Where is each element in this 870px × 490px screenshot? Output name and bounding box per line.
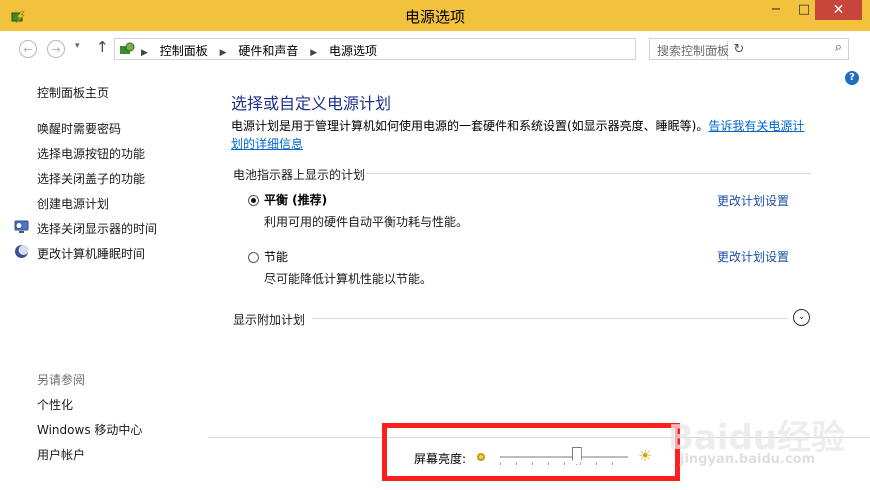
plan-balanced-description: 利用可用的硬件自动平衡功耗与性能。 bbox=[264, 215, 469, 229]
baidu-watermark-url: jingyan.baidu.com bbox=[680, 452, 816, 467]
minimize-button[interactable]: − bbox=[762, 0, 790, 20]
moon-icon bbox=[15, 245, 29, 258]
search-icon[interactable]: ⌕ bbox=[835, 40, 842, 55]
close-button[interactable]: ✕ bbox=[815, 0, 862, 20]
plan-balanced-radio[interactable] bbox=[248, 195, 259, 206]
annotation-highlight-box bbox=[382, 423, 680, 481]
breadcrumb: ▶ 控制面板 ▶ 硬件和声音 ▶ 电源选项 bbox=[141, 42, 377, 59]
plan-power-saver-description: 尽可能降低计算机性能以节能。 bbox=[264, 272, 433, 286]
group-title: 电池指示器上显示的计划 bbox=[233, 168, 366, 182]
search-placeholder: 搜索控制面板 bbox=[657, 44, 730, 58]
power-options-window: 电源选项 − □ ✕ ← → ▾ ↑ ▶ 控制面板 ▶ 硬件和声音 ▶ 电源选项… bbox=[0, 0, 870, 490]
plan-balanced-name[interactable]: 平衡 (推荐) bbox=[264, 191, 327, 208]
page-description: 电源计划是用于管理计算机如何使用电源的一套硬件和系统设置(如显示器亮度、睡眠等)… bbox=[231, 117, 811, 153]
title-bar: 电源选项 − □ ✕ bbox=[0, 0, 870, 31]
breadcrumb-separator-icon[interactable]: ▶ bbox=[310, 48, 317, 58]
search-input[interactable]: 搜索控制面板 ⌕ bbox=[649, 38, 849, 60]
see-also-personalization[interactable]: 个性化 bbox=[37, 396, 73, 413]
group-divider bbox=[366, 173, 811, 174]
see-also-heading: 另请参阅 bbox=[37, 373, 86, 387]
plan-power-saver-name[interactable]: 节能 bbox=[264, 248, 288, 265]
see-also-user-accounts[interactable]: 用户帐户 bbox=[37, 446, 85, 463]
up-arrow-icon[interactable]: ↑ bbox=[96, 38, 109, 56]
sidebar-link-sleep-time[interactable]: 更改计算机睡眠时间 bbox=[37, 245, 145, 262]
forward-arrow-icon[interactable]: → bbox=[47, 40, 65, 58]
plan-power-saver-radio[interactable] bbox=[248, 252, 259, 263]
back-arrow-icon[interactable]: ← bbox=[19, 40, 37, 58]
recent-locations-chevron-icon[interactable]: ▾ bbox=[75, 41, 80, 51]
help-icon[interactable]: ? bbox=[845, 71, 859, 85]
sidebar-link-power-button[interactable]: 选择电源按钮的功能 bbox=[37, 145, 145, 162]
control-panel-icon bbox=[120, 42, 135, 54]
sidebar-link-require-password[interactable]: 唤醒时需要密码 bbox=[37, 120, 121, 137]
description-text: 电源计划是用于管理计算机如何使用电源的一套硬件和系统设置(如显示器亮度、睡眠等)… bbox=[231, 119, 709, 133]
breadcrumb-separator-icon[interactable]: ▶ bbox=[220, 48, 227, 58]
sidebar-link-lid-close[interactable]: 选择关闭盖子的功能 bbox=[37, 170, 145, 187]
plan-balanced-change-link[interactable]: 更改计划设置 bbox=[717, 192, 789, 209]
additional-plans-divider bbox=[312, 318, 788, 319]
breadcrumb-hardware-sound[interactable]: 硬件和声音 bbox=[238, 44, 298, 58]
window-title: 电源选项 bbox=[404, 8, 465, 26]
sidebar-link-create-plan[interactable]: 创建电源计划 bbox=[37, 195, 109, 212]
breadcrumb-power-options[interactable]: 电源选项 bbox=[329, 44, 377, 58]
monitor-icon bbox=[14, 220, 29, 233]
page-title: 选择或自定义电源计划 bbox=[231, 94, 392, 113]
address-box[interactable]: ▶ 控制面板 ▶ 硬件和声音 ▶ 电源选项 ⌄ ↻ bbox=[114, 38, 744, 60]
address-bar-row: ← → ▾ ↑ ▶ 控制面板 ▶ 硬件和声音 ▶ 电源选项 ⌄ ↻ 搜索控制面板… bbox=[0, 31, 870, 67]
maximize-button[interactable]: □ bbox=[790, 0, 818, 20]
breadcrumb-separator-icon: ▶ bbox=[141, 48, 148, 58]
sidebar: 控制面板主页 唤醒时需要密码 选择电源按钮的功能 选择关闭盖子的功能 创建电源计… bbox=[0, 67, 208, 490]
see-also-mobility-center[interactable]: Windows 移动中心 bbox=[37, 421, 142, 438]
breadcrumb-control-panel[interactable]: 控制面板 bbox=[160, 44, 208, 58]
sidebar-link-display-off[interactable]: 选择关闭显示器的时间 bbox=[37, 220, 157, 237]
plan-power-saver-change-link[interactable]: 更改计划设置 bbox=[717, 248, 789, 265]
sidebar-link-control-panel-home[interactable]: 控制面板主页 bbox=[37, 84, 109, 101]
additional-plans-label[interactable]: 显示附加计划 bbox=[233, 311, 305, 328]
expand-chevron-down-icon[interactable]: ⌄ bbox=[793, 309, 810, 326]
